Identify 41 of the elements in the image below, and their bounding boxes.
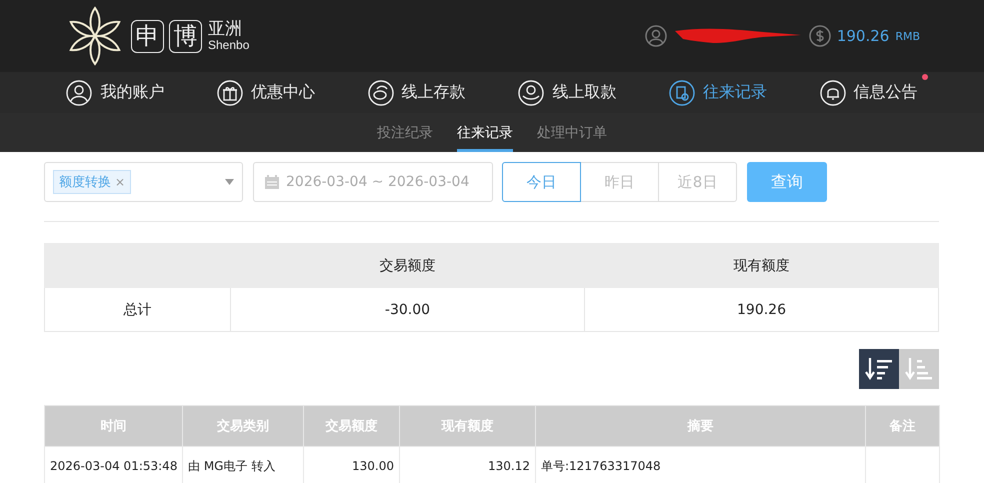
date-range-field[interactable]: 2026-03-04 ~ 2026-03-04 [253,162,493,202]
table-cell: 总计 [44,288,230,332]
type-select[interactable]: 额度转换 × [44,162,243,202]
sub-tab[interactable]: 投注纪录 [377,113,433,152]
sort-ascending-icon [904,356,934,382]
tag-remove-button[interactable]: × [115,175,126,189]
logo-character: 博 [169,20,202,52]
user-icon [66,80,92,106]
deposit-icon [368,80,394,106]
table-cell: -30.00 [230,288,584,332]
nav-item[interactable]: 优惠中心 [216,80,315,106]
calendar-icon [264,174,280,190]
nav-item[interactable]: 线上存款 [368,80,466,106]
user-icon [644,25,667,47]
sort-descending-button[interactable] [859,349,899,389]
sub-tab[interactable]: 往来记录 [457,113,513,152]
tag-label: 额度转换 [59,174,111,191]
date-range-text: 2026-03-04 ~ 2026-03-04 [286,174,470,190]
query-button[interactable]: 查询 [747,162,827,202]
table-header-cell: 交易额度 [230,244,584,288]
sub-tab[interactable]: 处理中订单 [537,113,607,152]
table-cell: 190.26 [584,288,938,332]
dollar-icon [808,25,831,47]
table-header-cell: 现有额度 [584,244,938,288]
sort-descending-icon [864,356,894,382]
nav-item[interactable]: 往来记录 [668,80,767,106]
record-icon [668,80,695,106]
dropdown-caret-icon [225,179,234,185]
gift-icon [216,80,243,106]
balance-amount: 190.26 [836,27,890,45]
logo-character: 申 [131,20,164,52]
bell-icon [820,80,846,106]
withdraw-icon [518,80,544,106]
nav-item[interactable]: 线上取款 [518,80,616,106]
logo-name: 亚洲 [208,20,243,39]
nav-item[interactable]: 信息公告 [820,80,918,106]
nav-item[interactable]: 我的账户 [66,80,164,106]
date-preset-button[interactable]: 今日 [502,162,581,202]
table-cell: 2026-03-04 01:53:48 [44,446,182,483]
logo-subtitle: Shenbo [208,38,250,52]
currency-label: RMB [895,30,920,42]
